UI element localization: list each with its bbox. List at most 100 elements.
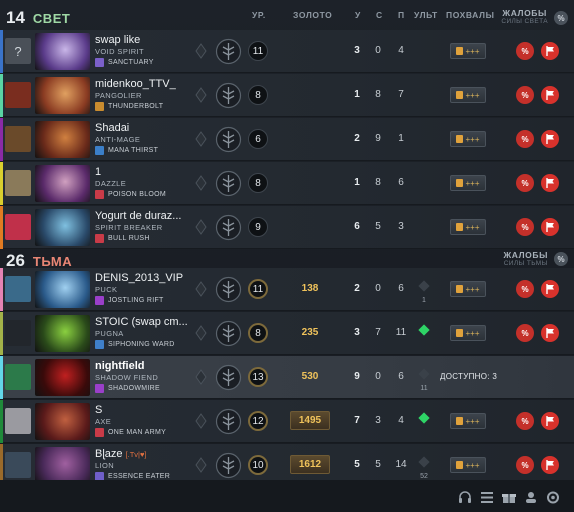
- praise-button[interactable]: +++: [450, 325, 486, 341]
- aghanims-shard-icon[interactable]: [193, 369, 209, 385]
- praise-button[interactable]: +++: [450, 413, 486, 429]
- report-percent-button[interactable]: %: [516, 412, 534, 430]
- gift-icon[interactable]: [502, 491, 516, 504]
- list-icon[interactable]: [480, 491, 494, 504]
- praise-button[interactable]: +++: [450, 457, 486, 473]
- talent-tree-icon[interactable]: [215, 82, 242, 109]
- player-row[interactable]: Shadai ANTI-MAGE MANA THIRST 6 2 9 1 +++%: [0, 118, 574, 161]
- report-percent-button[interactable]: %: [516, 324, 534, 342]
- aghanims-shard-icon[interactable]: [193, 43, 209, 59]
- player-name[interactable]: DENIS_2013_VIP: [95, 272, 183, 284]
- hero-facet[interactable]: SIPHONING WARD: [95, 339, 175, 350]
- report-flag-button[interactable]: [541, 280, 559, 298]
- hero-portrait[interactable]: [35, 315, 90, 352]
- report-percent-button[interactable]: %: [516, 280, 534, 298]
- praise-button[interactable]: +++: [450, 219, 486, 235]
- hero-portrait[interactable]: [35, 165, 90, 202]
- talent-tree-icon[interactable]: [215, 126, 242, 153]
- report-percent-button[interactable]: %: [516, 174, 534, 192]
- player-row[interactable]: 1 DAZZLE POISON BLOOM 8 1 8 6 +++%: [0, 162, 574, 205]
- report-flag-button[interactable]: [541, 42, 559, 60]
- report-percent-button[interactable]: %: [516, 130, 534, 148]
- report-flag-button[interactable]: [541, 130, 559, 148]
- aghanims-shard-icon[interactable]: [193, 457, 209, 473]
- hero-portrait[interactable]: [35, 447, 90, 484]
- aghanims-shard-icon[interactable]: [193, 175, 209, 191]
- praise-button[interactable]: +++: [450, 281, 486, 297]
- aghanims-shard-icon[interactable]: [193, 131, 209, 147]
- avatar[interactable]: [5, 276, 31, 302]
- hero-facet[interactable]: BULL RUSH: [95, 233, 150, 244]
- hero-portrait[interactable]: [35, 209, 90, 246]
- talent-tree-icon[interactable]: [215, 364, 242, 391]
- aghanims-shard-icon[interactable]: [193, 87, 209, 103]
- hero-portrait[interactable]: [35, 77, 90, 114]
- player-row[interactable]: nightfield SHADOW FIEND SHADOWMIRE 13 530 9 0 6…: [0, 356, 574, 399]
- talent-tree-icon[interactable]: [215, 276, 242, 303]
- dire-report-all-button[interactable]: %: [554, 252, 568, 266]
- avatar[interactable]: [5, 82, 31, 108]
- player-name[interactable]: 1: [95, 166, 101, 178]
- talent-tree-icon[interactable]: [215, 452, 242, 479]
- player-row[interactable]: Yogurt de duraz... SPIRIT BREAKER BULL RUS…: [0, 206, 574, 249]
- report-flag-button[interactable]: [541, 324, 559, 342]
- player-row[interactable]: ? swap like VOID SPIRIT SANCTUARY 11 3 0 4 +++%: [0, 30, 574, 73]
- talent-tree-icon[interactable]: [215, 38, 242, 65]
- aghanims-shard-icon[interactable]: [193, 325, 209, 341]
- report-flag-button[interactable]: [541, 218, 559, 236]
- avatar[interactable]: [5, 364, 31, 390]
- hero-facet[interactable]: ONE MAN ARMY: [95, 427, 166, 438]
- hero-facet[interactable]: POISON BLOOM: [95, 189, 166, 200]
- radiant-report-all-button[interactable]: %: [554, 11, 568, 25]
- hero-portrait[interactable]: [35, 403, 90, 440]
- praise-button[interactable]: +++: [450, 131, 486, 147]
- praise-button[interactable]: +++: [450, 87, 486, 103]
- hero-facet[interactable]: SHADOWMIRE: [95, 383, 160, 394]
- aghanims-shard-icon[interactable]: [193, 413, 209, 429]
- player-name[interactable]: swap like: [95, 34, 140, 46]
- report-flag-button[interactable]: [541, 86, 559, 104]
- praise-button[interactable]: +++: [450, 43, 486, 59]
- talent-tree-icon[interactable]: [215, 170, 242, 197]
- hero-portrait[interactable]: [35, 121, 90, 158]
- player-name[interactable]: nightfield: [95, 360, 145, 372]
- headset-icon[interactable]: [458, 491, 472, 504]
- player-name[interactable]: Yogurt de duraz...: [95, 210, 181, 222]
- avatar[interactable]: ?: [5, 38, 31, 64]
- hero-facet[interactable]: SANCTUARY: [95, 57, 154, 68]
- player-row[interactable]: STOIC (swap cm... PUGNA SIPHONING WARD 8 235…: [0, 312, 574, 355]
- player-name[interactable]: Bɭaze [.Tv|♥]: [95, 448, 147, 460]
- report-percent-button[interactable]: %: [516, 42, 534, 60]
- report-flag-button[interactable]: [541, 174, 559, 192]
- report-flag-button[interactable]: [541, 456, 559, 474]
- talent-tree-icon[interactable]: [215, 408, 242, 435]
- avatar[interactable]: [5, 452, 31, 478]
- avatar[interactable]: [5, 126, 31, 152]
- player-row[interactable]: midenkoo_TTV_ PANGOLIER THUNDERBOLT 8 1 8 7 +++…: [0, 74, 574, 117]
- avatar[interactable]: [5, 170, 31, 196]
- avatar[interactable]: [5, 408, 31, 434]
- player-name[interactable]: STOIC (swap cm...: [95, 316, 187, 328]
- hero-portrait[interactable]: [35, 33, 90, 70]
- report-percent-button[interactable]: %: [516, 456, 534, 474]
- lobby-icon[interactable]: [524, 491, 538, 504]
- report-flag-button[interactable]: [541, 412, 559, 430]
- aghanims-shard-icon[interactable]: [193, 219, 209, 235]
- player-name[interactable]: midenkoo_TTV_: [95, 78, 176, 90]
- avatar[interactable]: [5, 214, 31, 240]
- player-name[interactable]: Shadai: [95, 122, 129, 134]
- hero-portrait[interactable]: [35, 359, 90, 396]
- avatar[interactable]: [5, 320, 31, 346]
- player-name[interactable]: S: [95, 404, 102, 416]
- talent-tree-icon[interactable]: [215, 214, 242, 241]
- hero-facet[interactable]: THUNDERBOLT: [95, 101, 163, 112]
- player-row[interactable]: S AXE ONE MAN ARMY 12 1495 7 3 4 +++%: [0, 400, 574, 443]
- hero-facet[interactable]: JOSTLING RIFT: [95, 295, 164, 306]
- report-percent-button[interactable]: %: [516, 86, 534, 104]
- hero-portrait[interactable]: [35, 271, 90, 308]
- report-percent-button[interactable]: %: [516, 218, 534, 236]
- player-row[interactable]: DENIS_2013_VIP PUCK JOSTLING RIFT 11 138 2 0 6 1…: [0, 268, 574, 311]
- hero-facet[interactable]: MANA THIRST: [95, 145, 158, 156]
- praise-button[interactable]: +++: [450, 175, 486, 191]
- aghanims-shard-icon[interactable]: [193, 281, 209, 297]
